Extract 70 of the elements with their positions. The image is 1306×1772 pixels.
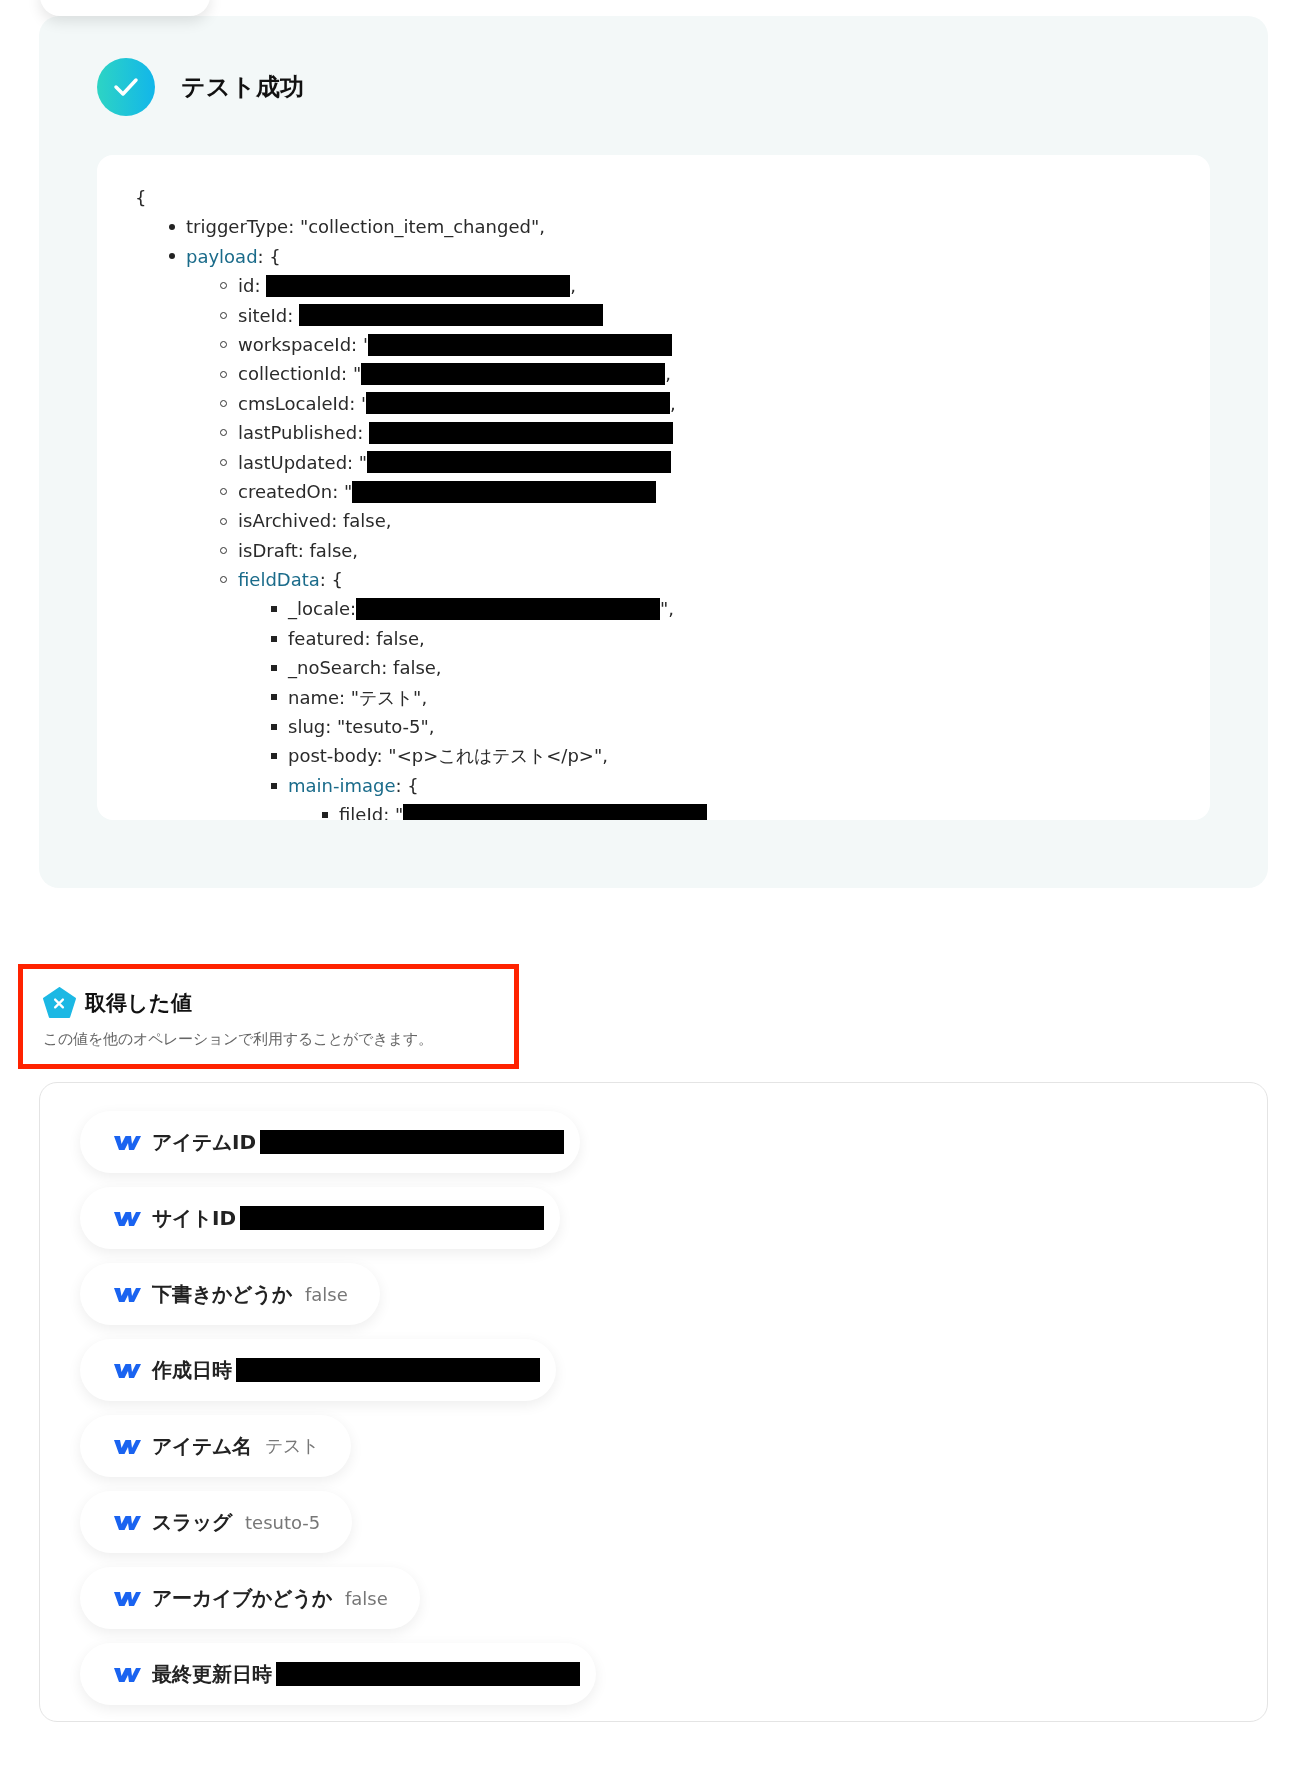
w-logo-icon (113, 1285, 141, 1303)
variable-icon (43, 987, 76, 1018)
code-text: createdOn: " (238, 479, 353, 504)
bullet-icon (169, 224, 175, 231)
code-text: _locale: (288, 597, 357, 622)
w-logo-icon (113, 1437, 141, 1455)
code-text: ", (660, 597, 675, 622)
w-logo-icon (113, 1361, 141, 1379)
bullet-icon (169, 253, 175, 260)
w-logo-icon (113, 1589, 141, 1607)
w-logo-icon (113, 1133, 141, 1151)
key-link[interactable]: main-image (288, 770, 396, 801)
bullet-icon (271, 753, 277, 760)
section-title: 取得した値 (85, 989, 192, 1017)
code-text: cmsLocaleId: ' (238, 391, 366, 416)
code-text: collectionId: " (238, 362, 362, 387)
code-text: triggerType: "collection_item_changed", (186, 215, 545, 240)
chip-label: アーカイブかどうか (152, 1584, 332, 1612)
key-link[interactable]: payload (186, 241, 258, 272)
code-text: slug: "tesuto-5", (288, 715, 435, 740)
value-chip[interactable]: 下書きかどうか false (80, 1263, 380, 1325)
bullet-icon (271, 694, 277, 701)
code-text: lastUpdated: " (238, 450, 368, 475)
result-title: テスト成功 (181, 72, 304, 103)
value-chip[interactable]: サイトID (80, 1187, 561, 1249)
chip-value: テスト (265, 1434, 319, 1458)
value-chip[interactable]: 作成日時 (80, 1339, 556, 1401)
w-logo-icon (113, 1665, 141, 1683)
chip-label: 最終更新日時 (152, 1660, 272, 1688)
code-text: lastPublished: (238, 421, 365, 446)
code-text: post-body: "<p>これはテスト</p>", (288, 744, 608, 769)
code-text: siteId: (238, 303, 295, 328)
bullet-icon (271, 635, 277, 642)
value-chip[interactable]: 最終更新日時 (80, 1643, 596, 1705)
key-link[interactable]: fieldData (238, 565, 320, 595)
code-text: , (570, 274, 576, 299)
code-text: name: "テスト", (288, 685, 428, 710)
bullet-icon (271, 782, 277, 789)
code-text: : { (257, 244, 281, 269)
chip-label: スラッグ (152, 1508, 232, 1536)
code-text: : { (319, 568, 344, 593)
code-text: isDraft: false, (238, 538, 359, 563)
chip-label: 作成日時 (152, 1356, 232, 1384)
chip-value: false (345, 1587, 388, 1609)
chip-value: tesuto-5 (245, 1511, 321, 1533)
w-logo-icon (113, 1209, 141, 1227)
bullet-icon (322, 811, 328, 818)
chip-label: アイテムID (152, 1128, 257, 1156)
code-text: featured: false, (288, 626, 425, 651)
bullet-icon (271, 664, 277, 671)
chip-label: アイテム名 (152, 1432, 252, 1460)
code-text: , (670, 391, 676, 416)
chip-label: サイトID (152, 1204, 237, 1232)
code-text: _noSearch: false, (288, 656, 442, 681)
bullet-icon (271, 606, 277, 613)
chip-value: false (305, 1283, 348, 1305)
code-text: : { (395, 773, 419, 798)
value-chip[interactable]: アーカイブかどうか false (80, 1567, 420, 1629)
code-text: , (665, 362, 671, 387)
section-description: この値を他のオペレーションで利用することができます。 (43, 1030, 434, 1049)
value-chip[interactable]: アイテム名 テスト (80, 1415, 351, 1477)
code-text: isArchived: false, (238, 509, 392, 534)
value-chip[interactable]: スラッグ tesuto-5 (80, 1491, 353, 1553)
w-logo-icon (113, 1513, 141, 1531)
code-text: id: (238, 274, 262, 299)
chip-label: 下書きかどうか (152, 1280, 292, 1308)
code-line: { (135, 186, 147, 210)
code-text: workspaceId: ' (238, 332, 368, 357)
value-chip[interactable]: アイテムID (80, 1111, 581, 1173)
bullet-icon (271, 723, 277, 730)
